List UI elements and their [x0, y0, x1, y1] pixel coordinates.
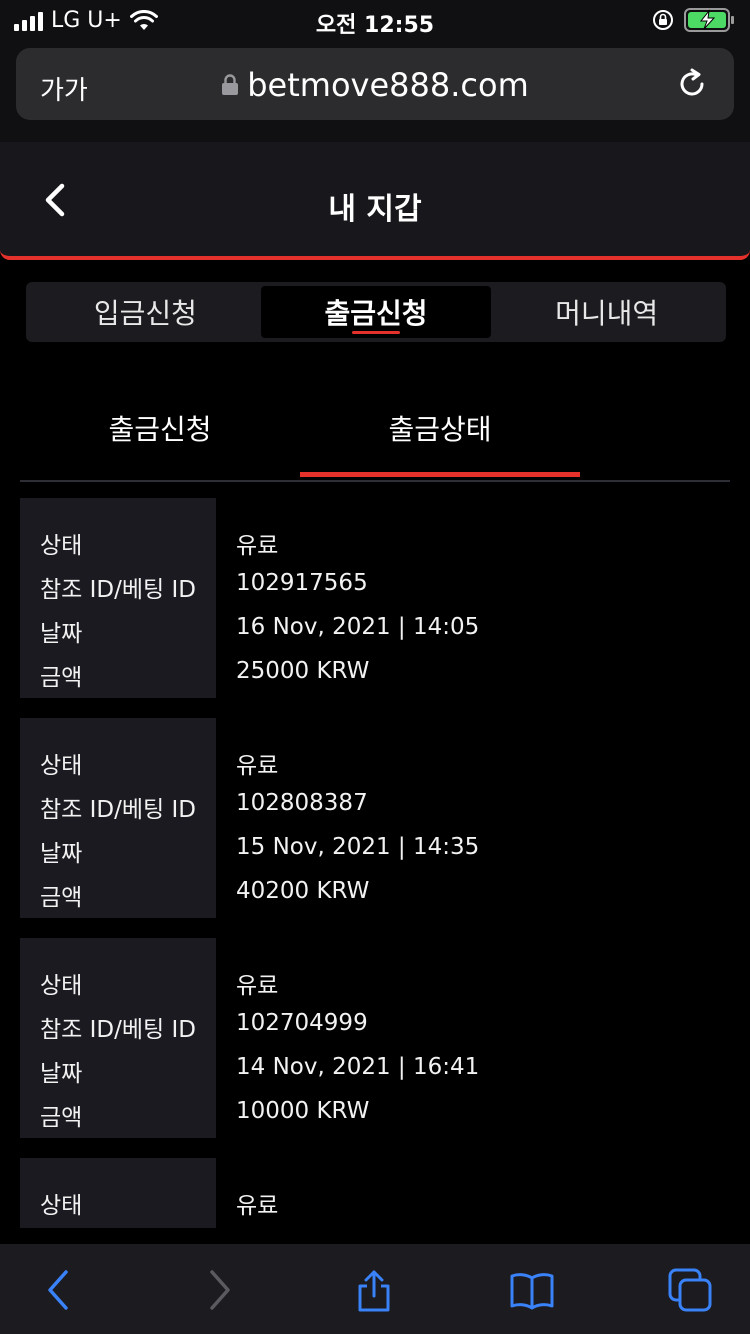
battery-icon	[684, 8, 734, 32]
address-bar[interactable]: 가가 betmove888.com	[16, 48, 734, 120]
page-title: 내 지갑	[328, 192, 422, 227]
active-subtab-indicator	[300, 472, 580, 477]
amount-label: 금액	[40, 1105, 83, 1131]
list-item: 상태 유료 참조 ID/베팅 ID 102917565 날짜 16 Nov, 2…	[20, 498, 730, 718]
status-bar: LG U+ 오전 12:55	[0, 0, 750, 40]
url-text[interactable]: betmove888.com	[247, 66, 529, 104]
ref-label: 참조 ID/베팅 ID	[40, 577, 196, 603]
tab-money-history[interactable]: 머니내역	[491, 286, 722, 338]
amount-label: 금액	[40, 665, 83, 691]
status-label: 상태	[40, 1193, 83, 1219]
withdraw-subtabs: 출금신청 출금상태	[20, 380, 730, 482]
tab-deposit[interactable]: 입금신청	[30, 286, 261, 338]
subtab-withdraw-request[interactable]: 출금신청	[20, 408, 300, 448]
ref-value: 102808387	[236, 790, 368, 816]
status-label: 상태	[40, 753, 83, 779]
tabs-icon[interactable]	[668, 1268, 712, 1312]
date-value: 15 Nov, 2021 | 14:35	[236, 834, 480, 860]
rotation-lock-icon	[653, 10, 673, 30]
ref-label: 참조 ID/베팅 ID	[40, 1017, 196, 1043]
status-value: 유료	[236, 753, 279, 779]
browser-toolbar	[0, 1244, 750, 1334]
status-label: 상태	[40, 533, 83, 559]
amount-value: 40200 KRW	[236, 878, 370, 904]
forward-nav-icon[interactable]	[196, 1268, 240, 1312]
ref-value: 102704999	[236, 1010, 368, 1036]
date-value: 16 Nov, 2021 | 14:05	[236, 614, 480, 640]
date-label: 날짜	[40, 1061, 83, 1087]
date-value: 14 Nov, 2021 | 16:41	[236, 1054, 480, 1080]
list-item: 상태 유료	[20, 1158, 730, 1228]
amount-value: 10000 KRW	[236, 1098, 370, 1124]
browser-chrome: 가가 betmove888.com	[0, 40, 750, 142]
share-icon[interactable]	[352, 1268, 396, 1312]
clock: 오전 12:55	[315, 13, 435, 38]
page-header: 내 지갑	[0, 142, 750, 260]
reload-icon[interactable]	[674, 66, 710, 102]
wallet-tabs: 입금신청 출금신청 머니내역	[26, 282, 726, 342]
status-label: 상태	[40, 973, 83, 999]
status-value: 유료	[236, 1193, 279, 1219]
lock-icon	[222, 74, 239, 95]
amount-value: 25000 KRW	[236, 658, 370, 684]
ref-value: 102917565	[236, 570, 368, 596]
back-nav-icon[interactable]	[38, 1268, 82, 1312]
list-item: 상태 유료 참조 ID/베팅 ID 102704999 날짜 14 Nov, 2…	[20, 938, 730, 1158]
ref-label: 참조 ID/베팅 ID	[40, 797, 196, 823]
status-value: 유료	[236, 973, 279, 999]
date-label: 날짜	[40, 841, 83, 867]
status-value: 유료	[236, 533, 279, 559]
withdraw-status-list: 상태 유료 참조 ID/베팅 ID 102917565 날짜 16 Nov, 2…	[20, 498, 730, 1228]
list-item: 상태 유료 참조 ID/베팅 ID 102808387 날짜 15 Nov, 2…	[20, 718, 730, 938]
bookmarks-icon[interactable]	[510, 1268, 554, 1312]
subtab-withdraw-status[interactable]: 출금상태	[300, 408, 580, 448]
date-label: 날짜	[40, 621, 83, 647]
amount-label: 금액	[40, 885, 83, 911]
tab-withdraw[interactable]: 출금신청	[260, 286, 492, 338]
